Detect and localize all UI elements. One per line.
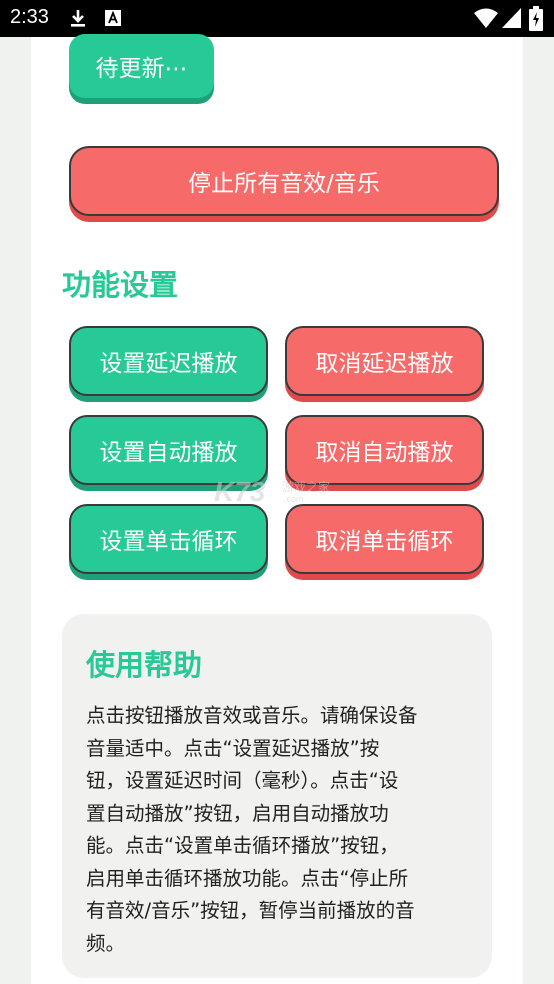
battery-icon [529,6,543,31]
help-title: 使用帮助 [86,648,203,682]
signal-icon [502,8,521,28]
pending-update-button[interactable]: 待更新⋯ [69,34,214,98]
status-bar: 2:33 [0,0,554,37]
help-line: 置自动播放”按钮，启用自动播放功 [86,801,389,825]
cancel-loop-button[interactable]: 取消单击循环 [285,504,484,574]
help-panel: 使用帮助 点击按钮播放音效或音乐。请确保设备 音量适中。点击“设置延迟播放”按 … [62,614,492,978]
set-delay-button[interactable]: 设置延迟播放 [69,326,268,396]
help-line: 能。点击“设置单击循环播放”按钮， [86,834,399,857]
stop-all-button[interactable]: 停止所有音效/音乐 [69,146,499,216]
a-icon [105,10,121,26]
wifi-icon [474,8,498,28]
cancel-delay-button[interactable]: 取消延迟播放 [285,326,484,396]
help-line: 启用单击循环播放功能。点击“停止所 [86,866,409,890]
help-line: 点击按钮播放音效或音乐。请确保设备 [86,704,418,727]
set-loop-button[interactable]: 设置单击循环 [69,504,268,574]
help-line: 有音效/音乐”按钮，暂停当前播放的音 [86,899,415,922]
set-auto-button[interactable]: 设置自动播放 [69,415,268,485]
help-line: 音量适中。点击“设置延迟播放”按 [86,736,380,760]
cancel-auto-button[interactable]: 取消自动播放 [285,415,484,485]
watermark-logo: K73 游戏之家 .com [214,476,344,510]
settings-title: 功能设置 [62,268,179,302]
status-time: 2:33 [10,6,49,28]
watermark-sub: 游戏之家 [282,480,331,494]
watermark-main: K73 [214,476,266,507]
watermark-url: .com [284,494,304,504]
help-text: 点击按钮播放音效或音乐。请确保设备 音量适中。点击“设置延迟播放”按 钮，设置延… [86,700,468,960]
help-line: 钮，设置延迟时间（毫秒）。点击“设 [86,769,399,792]
help-line: 频。 [86,931,126,955]
download-icon [71,10,85,27]
